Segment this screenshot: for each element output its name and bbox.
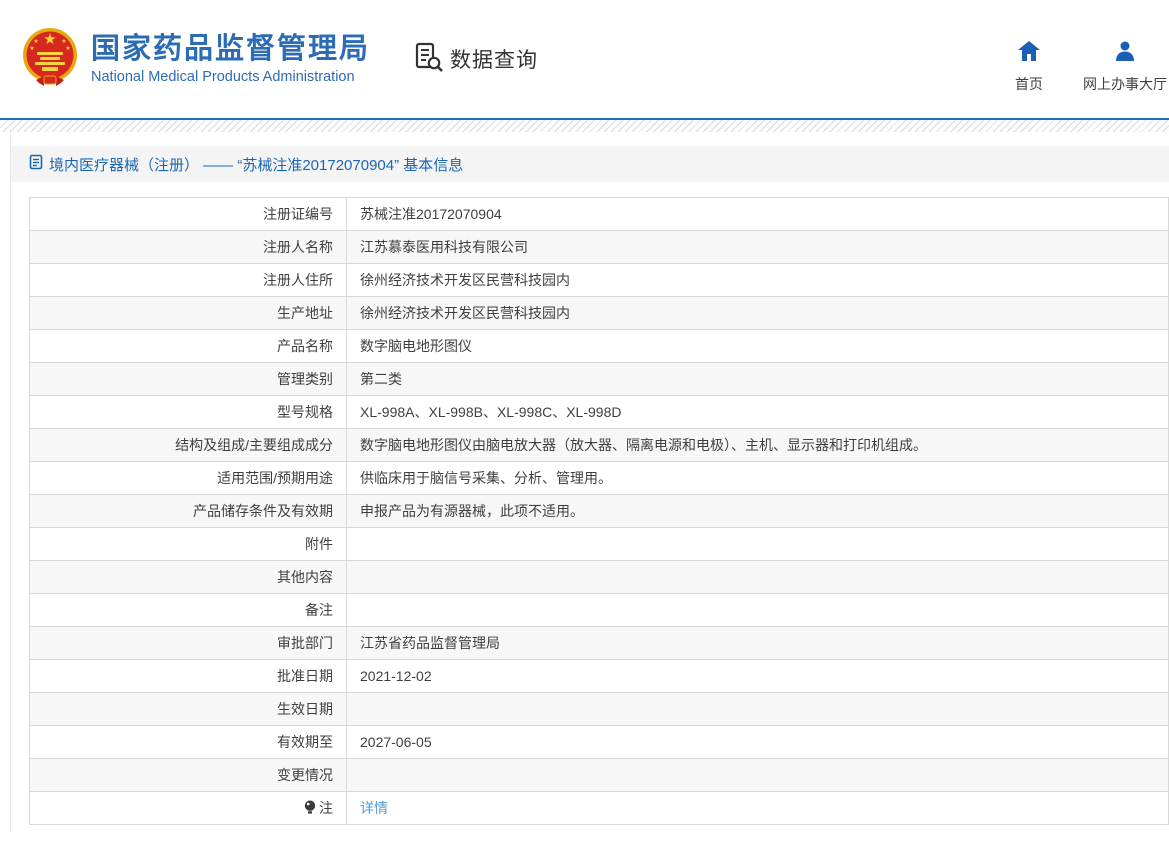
- svg-text:★: ★: [33, 38, 38, 45]
- row-value: 2027-06-05: [346, 725, 1169, 759]
- data-query-title: 数据查询: [450, 49, 539, 72]
- svg-text:★: ★: [61, 38, 66, 45]
- emblem-icon: ★ ★ ★ ★ ★: [23, 27, 77, 86]
- nav-label-service-hall: 网上办事大厅: [1083, 76, 1167, 92]
- table-row: 审批部门 江苏省药品监督管理局: [29, 626, 1169, 660]
- row-value: 徐州经济技术开发区民营科技园内: [346, 263, 1169, 297]
- page-title: 境内医疗器械（注册） —— “苏械注准20172070904” 基本信息: [49, 156, 464, 174]
- row-value: 2021-12-02: [346, 659, 1169, 693]
- row-value: 徐州经济技术开发区民营科技园内: [346, 296, 1169, 330]
- table-row: 产品储存条件及有效期 申报产品为有源器械，此项不适用。: [29, 494, 1169, 528]
- row-label: 注册人名称: [29, 230, 347, 264]
- row-value: [346, 593, 1169, 627]
- row-value: 数字脑电地形图仪由脑电放大器（放大器、隔离电源和电极）、主机、显示器和打印机组成…: [346, 428, 1169, 462]
- row-label: 注册证编号: [29, 197, 347, 231]
- svg-text:★: ★: [65, 45, 70, 52]
- document-search-icon: [414, 41, 444, 78]
- table-row: 注详情: [29, 791, 1169, 825]
- table-row: 产品名称 数字脑电地形图仪: [29, 329, 1169, 363]
- table-row: 变更情况: [29, 758, 1169, 792]
- row-value: 供临床用于脑信号采集、分析、管理用。: [346, 461, 1169, 495]
- row-value: XL-998A、XL-998B、XL-998C、XL-998D: [346, 395, 1169, 429]
- data-query-section: 数据查询: [414, 41, 538, 78]
- row-label: 有效期至: [29, 725, 347, 759]
- info-table-body: 注册证编号 苏械注准20172070904 注册人名称 江苏慕泰医用科技有限公司 注册人…: [29, 197, 1169, 825]
- row-label: 附件: [29, 527, 347, 561]
- home-icon: [1017, 40, 1041, 67]
- table-row: 注册证编号 苏械注准20172070904: [29, 197, 1169, 231]
- row-label: 备注: [29, 593, 347, 627]
- bulb-icon: [304, 800, 316, 814]
- row-label: 其他内容: [29, 560, 347, 594]
- row-value: 江苏慕泰医用科技有限公司: [346, 230, 1169, 264]
- row-value: [346, 692, 1169, 726]
- row-value: 苏械注准20172070904: [346, 197, 1169, 231]
- row-value: [346, 758, 1169, 792]
- row-label: 型号规格: [29, 395, 347, 429]
- org-name-cn: 国家药品监督管理局: [91, 32, 371, 65]
- table-row: 其他内容: [29, 560, 1169, 594]
- table-row: 管理类别 第二类: [29, 362, 1169, 396]
- info-table: 注册证编号 苏械注准20172070904 注册人名称 江苏慕泰医用科技有限公司 注册人…: [29, 197, 1169, 825]
- row-label: 注: [29, 791, 347, 825]
- row-label: 生产地址: [29, 296, 347, 330]
- row-label: 产品名称: [29, 329, 347, 363]
- row-value: 详情: [346, 791, 1169, 825]
- row-label: 生效日期: [29, 692, 347, 726]
- row-value: [346, 527, 1169, 561]
- row-value: [346, 560, 1169, 594]
- svg-text:★: ★: [43, 31, 56, 48]
- site-header: ★ ★ ★ ★ ★ 国家药品监督管理局 National Medical Pro…: [0, 0, 1169, 118]
- row-label: 管理类别: [29, 362, 347, 396]
- table-row: 生产地址 徐州经济技术开发区民营科技园内: [29, 296, 1169, 330]
- nav-item-service-hall[interactable]: 网上办事大厅: [1083, 40, 1167, 94]
- detail-link[interactable]: 详情: [360, 800, 388, 816]
- main-content: 境内医疗器械（注册） —— “苏械注准20172070904” 基本信息 注册证…: [10, 132, 1169, 832]
- org-names: 国家药品监督管理局 National Medical Products Admi…: [91, 33, 370, 85]
- table-row: 结构及组成/主要组成成分 数字脑电地形图仪由脑电放大器（放大器、隔离电源和电极）、…: [29, 428, 1169, 462]
- national-emblem-logo: ★ ★ ★ ★ ★: [22, 26, 78, 93]
- table-row: 型号规格 XL-998A、XL-998B、XL-998C、XL-998D: [29, 395, 1169, 429]
- document-icon: [29, 154, 43, 175]
- table-row: 附件: [29, 527, 1169, 561]
- row-label: 审批部门: [29, 626, 347, 660]
- row-label: 注册人住所: [29, 263, 347, 297]
- table-row: 备注: [29, 593, 1169, 627]
- table-row: 有效期至 2027-06-05: [29, 725, 1169, 759]
- header-separator: [0, 118, 1169, 132]
- row-label: 变更情况: [29, 758, 347, 792]
- nav-label-home: 首页: [1015, 76, 1043, 92]
- top-nav: 首页 网上办事大厅: [1015, 40, 1169, 94]
- row-value: 申报产品为有源器械，此项不适用。: [346, 494, 1169, 528]
- table-row: 注册人住所 徐州经济技术开发区民营科技园内: [29, 263, 1169, 297]
- row-label: 结构及组成/主要组成成分: [29, 428, 347, 462]
- svg-text:★: ★: [29, 45, 34, 52]
- row-value: 数字脑电地形图仪: [346, 329, 1169, 363]
- row-value: 江苏省药品监督管理局: [346, 626, 1169, 660]
- table-row: 批准日期 2021-12-02: [29, 659, 1169, 693]
- row-label: 适用范围/预期用途: [29, 461, 347, 495]
- row-label: 批准日期: [29, 659, 347, 693]
- user-icon: [1113, 40, 1137, 67]
- org-name-en: National Medical Products Administration: [91, 69, 355, 86]
- row-value: 第二类: [346, 362, 1169, 396]
- table-row: 适用范围/预期用途 供临床用于脑信号采集、分析、管理用。: [29, 461, 1169, 495]
- row-label: 产品储存条件及有效期: [29, 494, 347, 528]
- breadcrumb: 境内医疗器械（注册） —— “苏械注准20172070904” 基本信息: [11, 146, 1169, 182]
- table-row: 生效日期: [29, 692, 1169, 726]
- table-row: 注册人名称 江苏慕泰医用科技有限公司: [29, 230, 1169, 264]
- nav-item-home[interactable]: 首页: [1015, 40, 1043, 94]
